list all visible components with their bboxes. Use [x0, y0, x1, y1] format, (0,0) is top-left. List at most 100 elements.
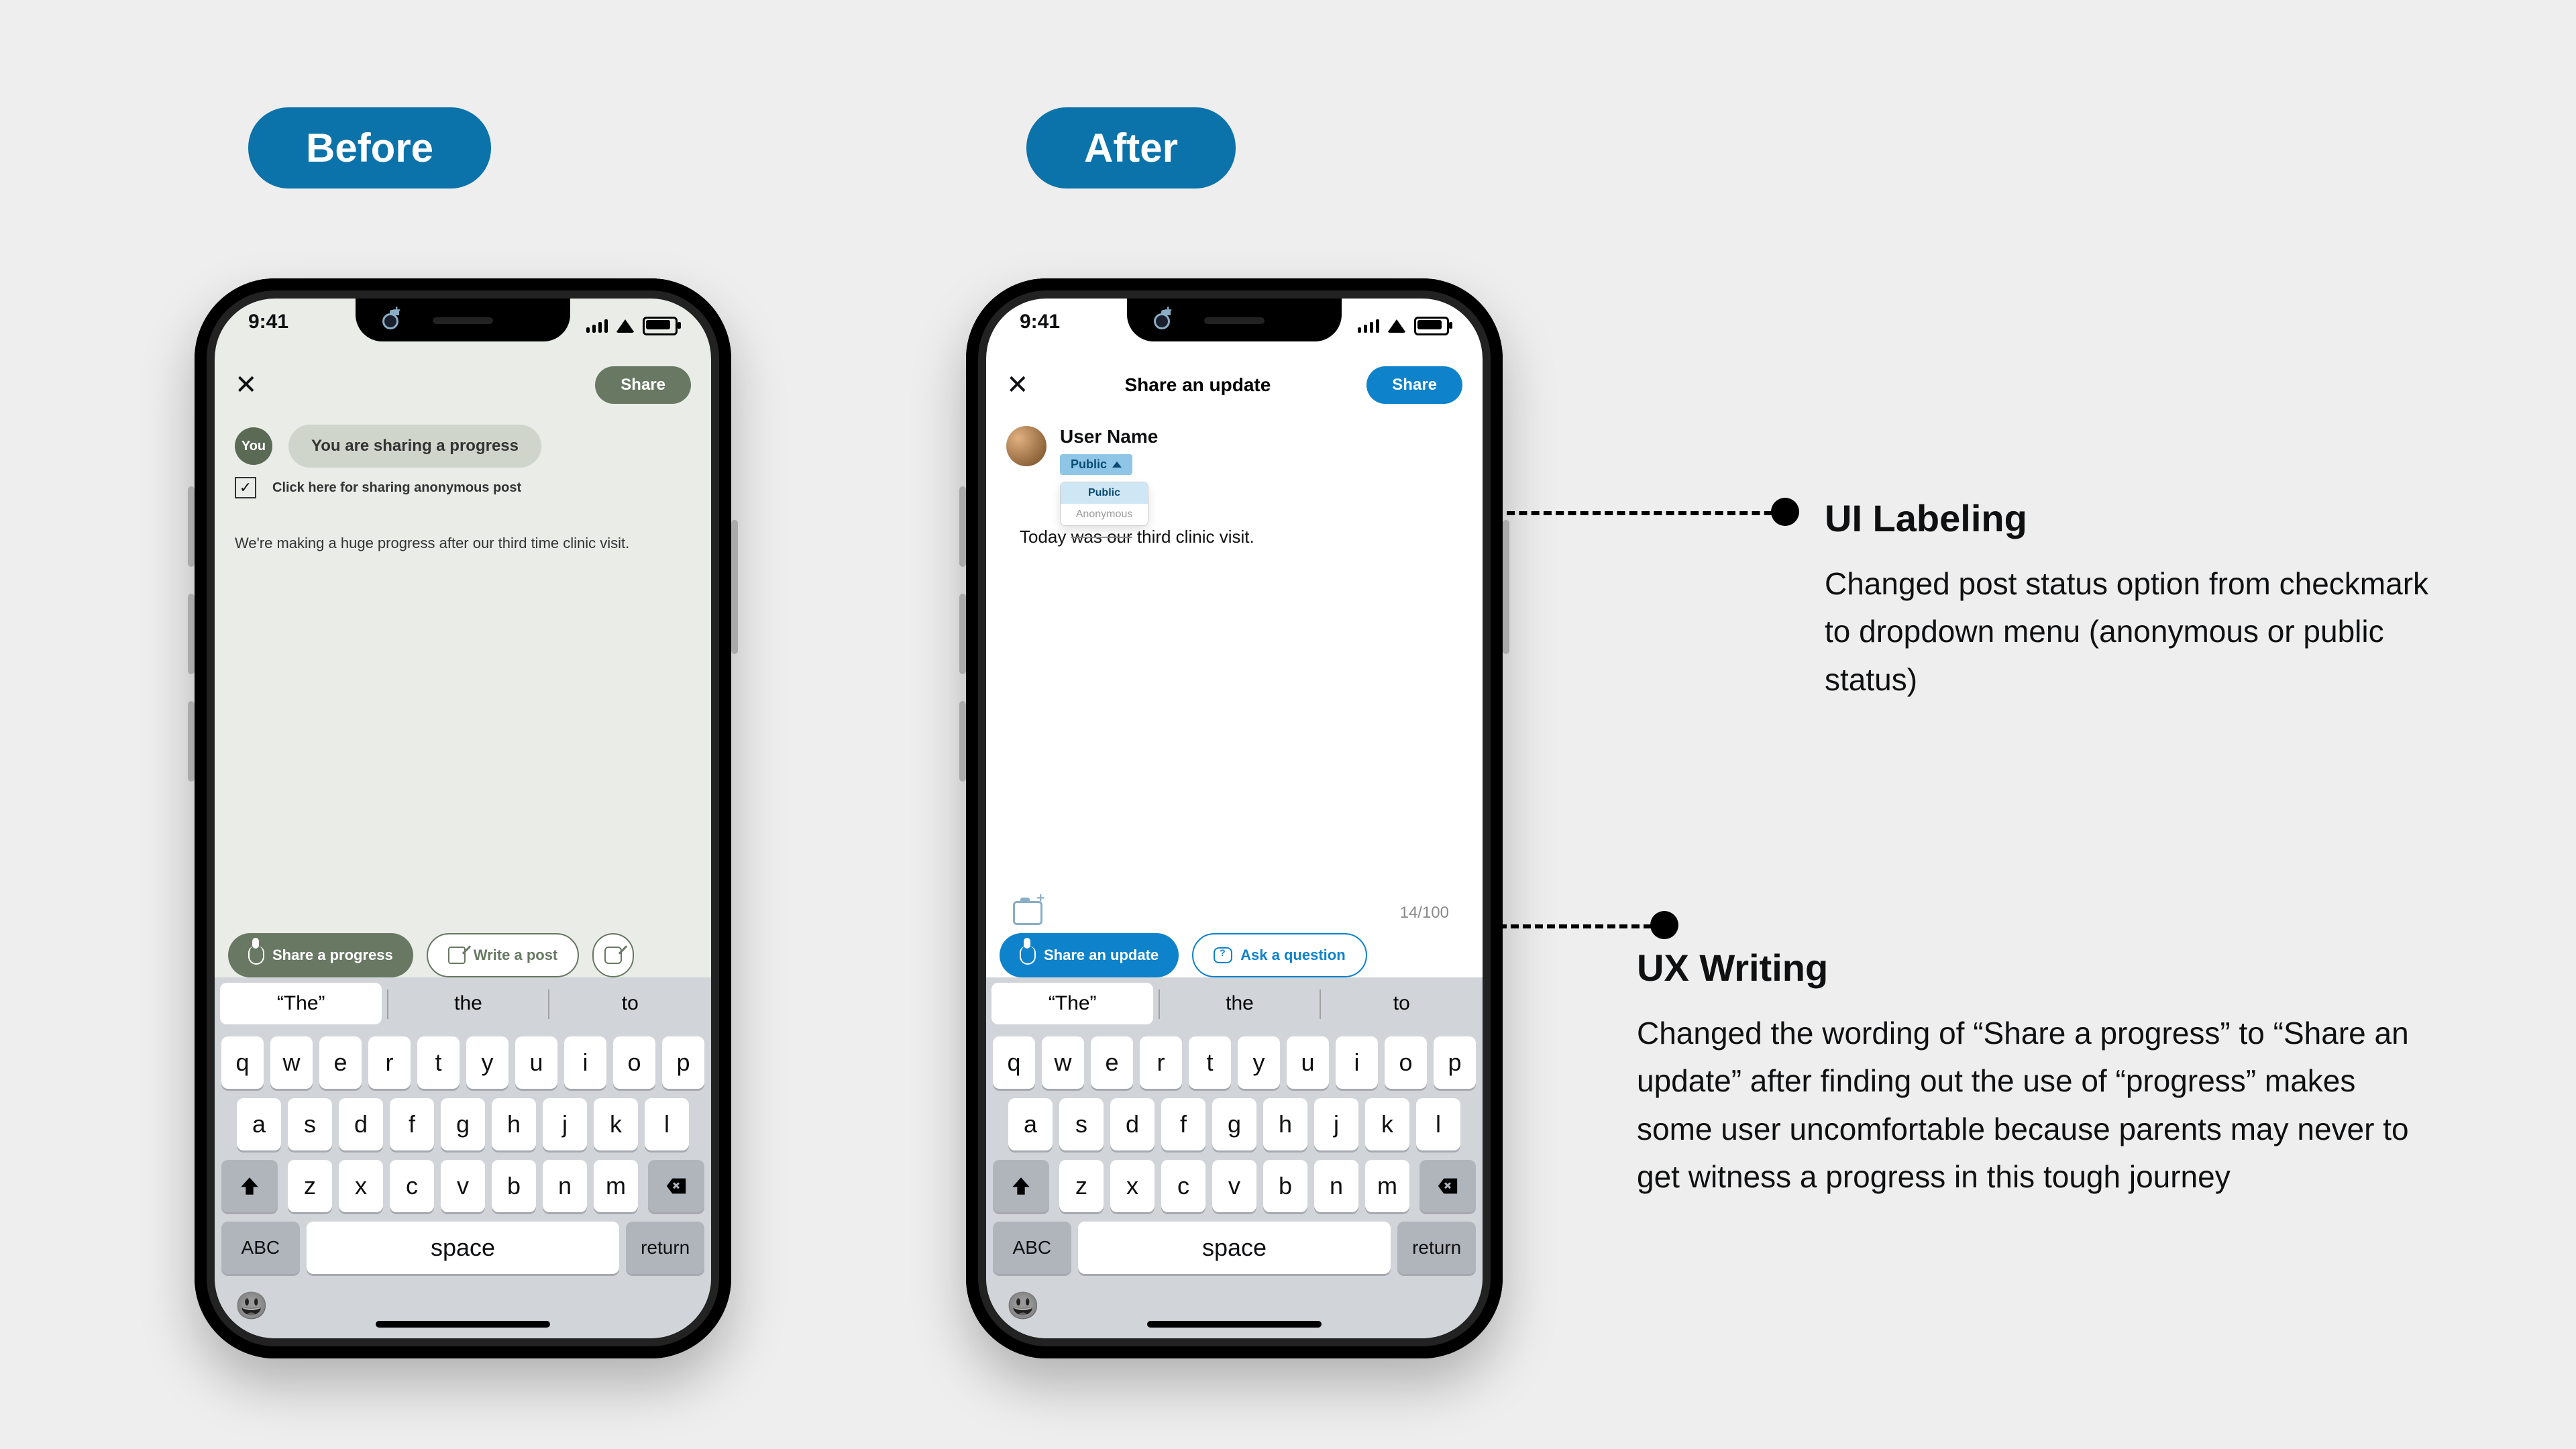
shift-key[interactable]: [221, 1160, 278, 1212]
key-s[interactable]: s: [1059, 1098, 1104, 1150]
key-z[interactable]: z: [288, 1160, 332, 1212]
key-u[interactable]: u: [515, 1036, 557, 1089]
btn-label: Write a post: [474, 947, 558, 964]
key-o[interactable]: o: [1385, 1036, 1427, 1089]
anonymous-checkbox[interactable]: ✓: [235, 477, 256, 498]
suggestion-1[interactable]: “The”: [991, 983, 1153, 1024]
key-n[interactable]: n: [543, 1160, 587, 1212]
key-e[interactable]: e: [1091, 1036, 1133, 1089]
key-a[interactable]: a: [1008, 1098, 1053, 1150]
share-button[interactable]: Share: [595, 366, 691, 404]
suggestion-3[interactable]: to: [549, 977, 711, 1030]
key-p[interactable]: p: [1434, 1036, 1476, 1089]
key-r[interactable]: r: [368, 1036, 411, 1089]
post-textarea[interactable]: We're making a huge progress after our t…: [235, 532, 691, 554]
key-k[interactable]: k: [1365, 1098, 1409, 1150]
key-i[interactable]: i: [564, 1036, 606, 1089]
visibility-dropdown-panel: Public Anonymous: [1060, 482, 1148, 526]
key-t[interactable]: t: [1189, 1036, 1231, 1089]
shift-key[interactable]: [993, 1160, 1049, 1212]
write-post-button[interactable]: Write a post: [427, 933, 580, 977]
close-icon[interactable]: ✕: [1006, 372, 1029, 398]
home-indicator[interactable]: [1147, 1321, 1322, 1328]
suggestion-2[interactable]: the: [1159, 977, 1320, 1030]
key-g[interactable]: g: [1212, 1098, 1256, 1150]
return-key[interactable]: return: [1397, 1222, 1476, 1274]
suggestion-2[interactable]: the: [387, 977, 549, 1030]
user-name: User Name: [1060, 426, 1158, 447]
key-q[interactable]: q: [993, 1036, 1035, 1089]
key-h[interactable]: h: [492, 1098, 536, 1150]
key-v[interactable]: v: [1212, 1160, 1256, 1212]
key-c[interactable]: c: [1161, 1160, 1205, 1212]
emoji-key[interactable]: 😃: [1006, 1290, 1040, 1322]
key-l[interactable]: l: [1416, 1098, 1460, 1150]
visibility-option-anonymous[interactable]: Anonymous: [1061, 504, 1148, 525]
abc-key[interactable]: ABC: [993, 1222, 1071, 1274]
key-p[interactable]: p: [662, 1036, 704, 1089]
delete-key[interactable]: [1419, 1160, 1476, 1212]
key-w[interactable]: w: [1042, 1036, 1084, 1089]
key-a[interactable]: a: [237, 1098, 281, 1150]
leader-dot-1: [1771, 498, 1799, 526]
key-e[interactable]: e: [319, 1036, 362, 1089]
key-j[interactable]: j: [1314, 1098, 1358, 1150]
callout-2-body: Changed the wording of “Share a progress…: [1637, 1010, 2415, 1201]
suggestion-1[interactable]: “The”: [220, 983, 382, 1024]
space-key[interactable]: space: [1078, 1222, 1391, 1274]
key-o[interactable]: o: [613, 1036, 655, 1089]
delete-key[interactable]: [648, 1160, 704, 1212]
post-textarea[interactable]: Today was our third clinic visit.: [1020, 527, 1449, 547]
key-l[interactable]: l: [645, 1098, 689, 1150]
key-t[interactable]: t: [417, 1036, 460, 1089]
signal-icon: [586, 319, 608, 333]
avatar: [1006, 426, 1046, 466]
key-x[interactable]: x: [339, 1160, 383, 1212]
share-update-button[interactable]: Share an update: [1000, 933, 1179, 977]
callout-2-title: UX Writing: [1637, 946, 2415, 989]
key-z[interactable]: z: [1059, 1160, 1104, 1212]
key-k[interactable]: k: [594, 1098, 638, 1150]
key-f[interactable]: f: [390, 1098, 434, 1150]
key-m[interactable]: m: [594, 1160, 638, 1212]
key-s[interactable]: s: [288, 1098, 332, 1150]
key-b[interactable]: b: [1263, 1160, 1307, 1212]
home-indicator[interactable]: [376, 1321, 550, 1328]
key-g[interactable]: g: [441, 1098, 485, 1150]
btn-label: Share an update: [1044, 947, 1159, 964]
key-r[interactable]: r: [1140, 1036, 1182, 1089]
key-j[interactable]: j: [543, 1098, 587, 1150]
key-v[interactable]: v: [441, 1160, 485, 1212]
notch: [356, 299, 570, 341]
suggestion-3[interactable]: to: [1321, 977, 1483, 1030]
key-q[interactable]: q: [221, 1036, 264, 1089]
before-badge: Before: [248, 107, 491, 189]
visibility-dropdown[interactable]: Public: [1060, 454, 1132, 475]
key-y[interactable]: y: [1238, 1036, 1280, 1089]
space-key[interactable]: space: [307, 1222, 620, 1274]
return-key[interactable]: return: [626, 1222, 704, 1274]
key-w[interactable]: w: [270, 1036, 313, 1089]
visibility-option-public[interactable]: Public: [1061, 482, 1148, 504]
key-u[interactable]: u: [1287, 1036, 1329, 1089]
add-photo-icon[interactable]: [1013, 901, 1042, 925]
abc-key[interactable]: ABC: [221, 1222, 300, 1274]
emoji-key[interactable]: 😃: [235, 1290, 268, 1322]
key-d[interactable]: d: [339, 1098, 383, 1150]
key-m[interactable]: m: [1365, 1160, 1409, 1212]
key-h[interactable]: h: [1263, 1098, 1307, 1150]
key-n[interactable]: n: [1314, 1160, 1358, 1212]
share-button[interactable]: Share: [1366, 366, 1462, 404]
close-icon[interactable]: ✕: [235, 372, 258, 398]
camera-button-partial[interactable]: [592, 933, 634, 977]
share-progress-button[interactable]: Share a progress: [228, 933, 413, 977]
key-x[interactable]: x: [1110, 1160, 1155, 1212]
key-c[interactable]: c: [390, 1160, 434, 1212]
key-b[interactable]: b: [492, 1160, 536, 1212]
key-i[interactable]: i: [1336, 1036, 1378, 1089]
callout-1-body: Changed post status option from checkmar…: [1825, 560, 2428, 704]
ask-question-button[interactable]: Ask a question: [1192, 933, 1366, 977]
key-y[interactable]: y: [466, 1036, 508, 1089]
key-d[interactable]: d: [1110, 1098, 1155, 1150]
key-f[interactable]: f: [1161, 1098, 1205, 1150]
